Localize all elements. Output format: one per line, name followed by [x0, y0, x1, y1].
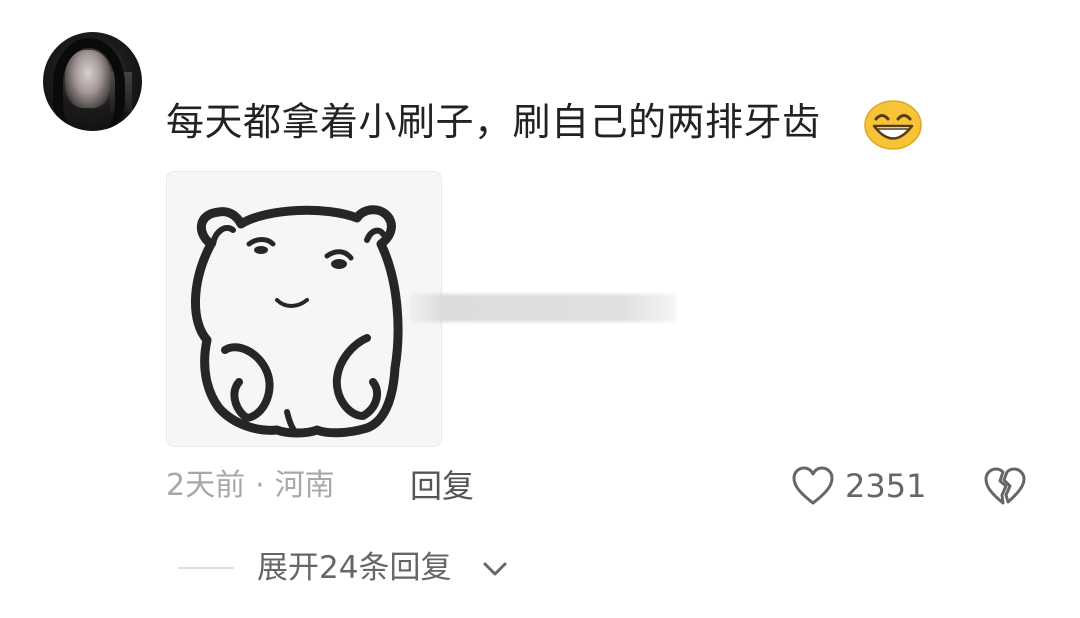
- comment-time: 2天前: [166, 468, 246, 503]
- expand-divider: [178, 567, 234, 569]
- comment-view: 每天都拿着小刷子，刷自己的两排牙齿 2天前 · 河南 回复 2351 展开24条…: [0, 0, 1080, 618]
- hamster-sketch: [190, 205, 403, 438]
- reply-button[interactable]: 回复: [410, 464, 474, 508]
- user-avatar[interactable]: [43, 32, 142, 131]
- comment-meta: 2天前 · 河南: [166, 464, 335, 508]
- grinning-face-emoji: [864, 100, 922, 150]
- blurred-overlay: [410, 294, 676, 322]
- meta-separator: ·: [255, 468, 265, 503]
- broken-heart-icon[interactable]: [982, 464, 1028, 508]
- expand-replies-button[interactable]: 展开24条回复: [257, 546, 451, 590]
- avatar-hair: [53, 38, 125, 130]
- comment-text: 每天都拿着小刷子，刷自己的两排牙齿: [166, 100, 821, 144]
- hamster-meme-sticker[interactable]: [166, 171, 442, 447]
- like-count: 2351: [845, 467, 927, 505]
- comment-location: 河南: [274, 468, 335, 503]
- heart-outline-icon[interactable]: [790, 464, 836, 508]
- chevron-down-icon[interactable]: [480, 556, 510, 580]
